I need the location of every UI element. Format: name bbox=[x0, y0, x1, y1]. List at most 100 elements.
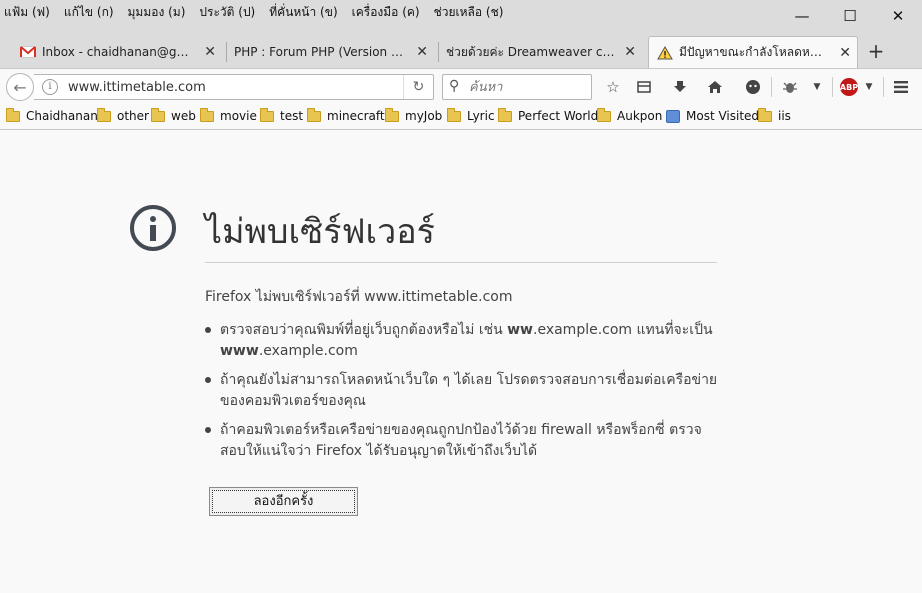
bookmark-label: myJob bbox=[405, 109, 443, 123]
tab-gmail[interactable]: Inbox - chaidhanan@gma... ✕ bbox=[20, 36, 222, 68]
url-bar[interactable]: i www.ittimetable.com ↻ bbox=[34, 74, 434, 100]
divider bbox=[205, 262, 717, 263]
bookmark-iis[interactable]: iis bbox=[758, 107, 791, 123]
tab-php-forum[interactable]: PHP : Forum PHP (Version 3.0,... ✕ bbox=[234, 36, 434, 68]
back-button[interactable]: ← bbox=[6, 73, 34, 101]
tip-item: ถ้าคอมพิวเตอร์หรือเครือข่ายของคุณถูกปกป้… bbox=[205, 420, 725, 462]
search-input[interactable] bbox=[469, 78, 587, 96]
close-tab-icon[interactable]: ✕ bbox=[416, 44, 428, 60]
tip-text: .example.com แทนที่จะเป็น bbox=[533, 322, 713, 338]
bookmark-lyric[interactable]: Lyric bbox=[447, 107, 495, 123]
search-icon: ⚲ bbox=[449, 78, 460, 94]
tip-bold: ww bbox=[507, 322, 533, 338]
folder-icon bbox=[97, 107, 111, 122]
folder-icon bbox=[307, 107, 321, 122]
bookmark-label: Most Visited bbox=[686, 109, 760, 123]
url-text[interactable]: www.ittimetable.com bbox=[68, 80, 206, 95]
menu-edit[interactable]: แก้ไข (ก) bbox=[64, 3, 114, 21]
error-title: ไม่พบเซิร์ฟเวอร์ bbox=[205, 212, 435, 252]
bookmark-label: test bbox=[280, 109, 304, 123]
bug-icon[interactable] bbox=[777, 75, 803, 99]
folder-icon bbox=[447, 107, 461, 122]
minimize-button[interactable]: — bbox=[778, 0, 826, 32]
tip-item: ตรวจสอบว่าคุณพิมพ์ที่อยู่เว็บถูกต้องหรือ… bbox=[205, 320, 725, 362]
close-tab-icon[interactable]: ✕ bbox=[839, 45, 851, 61]
bookmark-chaidhanan[interactable]: Chaidhanan bbox=[6, 107, 98, 123]
menu-view[interactable]: มุมมอง (ม) bbox=[128, 3, 186, 21]
folder-icon bbox=[6, 107, 20, 122]
chat-icon[interactable] bbox=[740, 75, 766, 99]
window-controls: — ☐ ✕ bbox=[778, 0, 922, 32]
bookmark-minecraft[interactable]: minecraft bbox=[307, 107, 385, 123]
menu-bookmarks[interactable]: ที่คั่นหน้า (ข) bbox=[269, 3, 337, 21]
back-arrow-icon: ← bbox=[13, 77, 27, 97]
error-description: Firefox ไม่พบเซิร์ฟเวอร์ที่ www.ittimeta… bbox=[205, 289, 513, 305]
bookmark-label: other bbox=[117, 109, 149, 123]
bookmarks-bar: Chaidhanan other web movie test minecraf… bbox=[0, 104, 922, 130]
bookmark-movie[interactable]: movie bbox=[200, 107, 257, 123]
tip-text: .example.com bbox=[258, 343, 358, 359]
search-bar[interactable]: ⚲ bbox=[442, 74, 592, 100]
menu-tools[interactable]: เครื่องมือ (ค) bbox=[352, 3, 420, 21]
tab-title: PHP : Forum PHP (Version 3.0,... bbox=[234, 45, 406, 59]
bookmark-most-visited[interactable]: Most Visited bbox=[666, 109, 759, 123]
bookmark-label: minecraft bbox=[327, 109, 385, 123]
toolbar-divider bbox=[832, 77, 833, 97]
close-tab-icon[interactable]: ✕ bbox=[204, 44, 216, 60]
toolbar-divider bbox=[771, 77, 772, 97]
most-visited-icon bbox=[666, 109, 680, 123]
menu: แฟ้ม (ฟ) แก้ไข (ก) มุมมอง (ม) ประวัติ (ป… bbox=[4, 3, 517, 21]
tab-error-page[interactable]: มีปัญหาขณะกำลังโหลดหน้า... ✕ bbox=[648, 36, 858, 68]
gmail-icon bbox=[20, 46, 36, 58]
tab-strip: Inbox - chaidhanan@gma... ✕ PHP : Forum … bbox=[0, 34, 922, 68]
tab-title: ช่วยด้วยค่ะ Dreamweaver cc อัพ... bbox=[446, 44, 618, 59]
bookmark-perfect-world[interactable]: Perfect World bbox=[498, 107, 599, 123]
bookmark-test[interactable]: test bbox=[260, 107, 304, 123]
menu-history[interactable]: ประวัติ (ป) bbox=[199, 3, 255, 21]
folder-icon bbox=[385, 107, 399, 122]
bookmark-myjob[interactable]: myJob bbox=[385, 107, 443, 123]
menu-bar: แฟ้ม (ฟ) แก้ไข (ก) มุมมอง (ม) ประวัติ (ป… bbox=[0, 0, 922, 34]
home-icon[interactable] bbox=[702, 75, 728, 99]
bookmark-label: movie bbox=[220, 109, 257, 123]
bookmark-label: Chaidhanan bbox=[26, 109, 98, 123]
bookmark-label: Perfect World bbox=[518, 109, 599, 123]
bookmark-star-icon[interactable]: ☆ bbox=[600, 75, 626, 99]
try-again-button[interactable]: ลองอีกครั้ง bbox=[209, 487, 358, 516]
tab-divider bbox=[438, 42, 439, 62]
tab-title: มีปัญหาขณะกำลังโหลดหน้า... bbox=[679, 45, 829, 59]
bookmark-web[interactable]: web bbox=[151, 107, 196, 123]
bookmark-label: Aukpon bbox=[617, 109, 663, 123]
navigation-bar: i www.ittimetable.com ↻ ← ⚲ ☆ ▼ ABP ▼ bbox=[0, 68, 922, 104]
maximize-button[interactable]: ☐ bbox=[826, 0, 874, 32]
close-tab-icon[interactable]: ✕ bbox=[624, 44, 636, 60]
hamburger-menu-icon[interactable] bbox=[888, 75, 914, 99]
folder-icon bbox=[758, 107, 772, 122]
folder-icon bbox=[151, 107, 165, 122]
folder-icon bbox=[498, 107, 512, 122]
tip-item: ถ้าคุณยังไม่สามารถโหลดหน้าเว็บใด ๆ ได้เล… bbox=[205, 370, 725, 412]
bookmark-label: Lyric bbox=[467, 109, 495, 123]
tab-dreamweaver[interactable]: ช่วยด้วยค่ะ Dreamweaver cc อัพ... ✕ bbox=[446, 36, 642, 68]
chevron-down-icon[interactable]: ▼ bbox=[856, 75, 882, 99]
folder-icon bbox=[597, 107, 611, 122]
close-window-button[interactable]: ✕ bbox=[874, 0, 922, 32]
bookmark-aukpon[interactable]: Aukpon bbox=[597, 107, 663, 123]
info-circle-icon bbox=[130, 205, 176, 251]
download-icon[interactable] bbox=[667, 75, 693, 99]
menu-file[interactable]: แฟ้ม (ฟ) bbox=[4, 3, 50, 21]
folder-icon bbox=[260, 107, 274, 122]
bookmarks-list-icon[interactable] bbox=[631, 75, 657, 99]
bookmark-label: web bbox=[171, 109, 196, 123]
reload-icon[interactable]: ↻ bbox=[403, 75, 433, 99]
new-tab-button[interactable]: + bbox=[862, 38, 890, 64]
tip-text: ตรวจสอบว่าคุณพิมพ์ที่อยู่เว็บถูกต้องหรือ… bbox=[220, 322, 508, 338]
tip-bold: www bbox=[220, 343, 259, 359]
folder-icon bbox=[200, 107, 214, 122]
tab-title: Inbox - chaidhanan@gma... bbox=[42, 45, 192, 59]
info-icon[interactable]: i bbox=[42, 79, 58, 95]
bookmark-other[interactable]: other bbox=[97, 107, 149, 123]
chevron-down-icon[interactable]: ▼ bbox=[804, 75, 830, 99]
menu-help[interactable]: ช่วยเหลือ (ช) bbox=[434, 3, 504, 21]
error-tips: ตรวจสอบว่าคุณพิมพ์ที่อยู่เว็บถูกต้องหรือ… bbox=[205, 320, 725, 470]
